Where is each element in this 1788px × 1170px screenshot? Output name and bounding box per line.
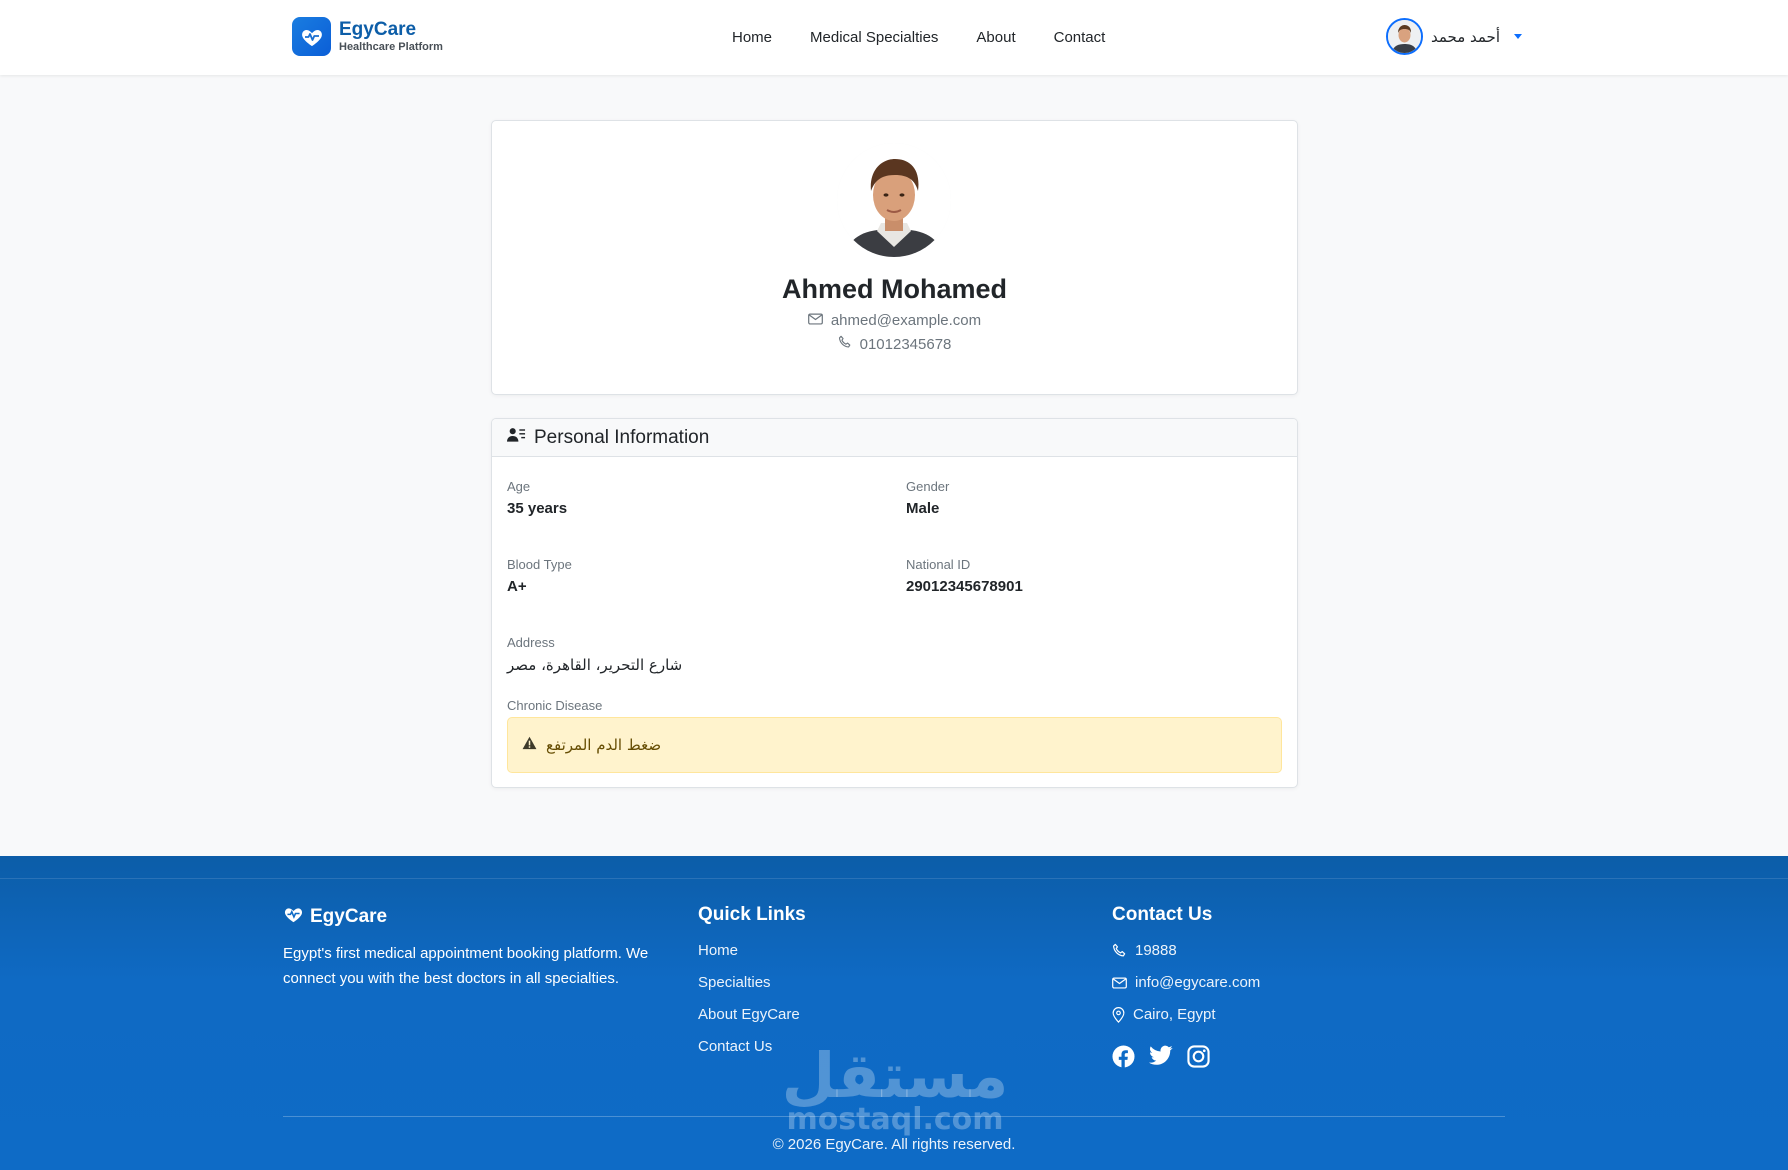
- blood-type-label: Blood Type: [507, 557, 572, 572]
- site-footer: EgyCare Egypt's first medical appointmen…: [0, 856, 1788, 1170]
- envelope-icon: [807, 312, 823, 329]
- profile-email-row: ahmed@example.com: [492, 312, 1297, 329]
- profile-card: Ahmed Mohamed ahmed@example.com 01012345…: [491, 120, 1298, 395]
- national-id-label: National ID: [906, 557, 971, 572]
- footer-brand-name: EgyCare: [310, 905, 388, 927]
- personal-info-card: Personal Information Age 35 years Gender…: [491, 418, 1298, 788]
- contact-heading: Contact Us: [1112, 904, 1213, 925]
- national-id-field: National ID 29012345678901: [906, 557, 1023, 595]
- top-navbar: EgyCare Healthcare Platform Home Medical…: [0, 0, 1788, 75]
- brand-subtitle: Healthcare Platform: [339, 41, 443, 53]
- heart-pulse-icon: [283, 904, 304, 929]
- footer-brand: EgyCare: [283, 904, 673, 929]
- contact-email-row: info@egycare.com: [1112, 971, 1260, 1003]
- footer-link-home[interactable]: Home: [698, 939, 738, 963]
- nav-link-contact[interactable]: Contact: [1035, 29, 1125, 46]
- contact-phone: 19888: [1135, 942, 1177, 959]
- age-label: Age: [507, 479, 531, 494]
- footer-divider: [283, 1116, 1505, 1117]
- facebook-icon[interactable]: [1112, 1045, 1135, 1073]
- address-label: Address: [507, 635, 555, 650]
- copyright-text: © 2026 EgyCare. All rights reserved.: [772, 1136, 1016, 1153]
- blood-type-value: A+: [507, 578, 527, 595]
- contact-list: 19888 info@egycare.com Cairo, Egypt: [1112, 939, 1260, 1035]
- national-id-value: 29012345678901: [906, 578, 1023, 595]
- blood-type-field: Blood Type A+: [507, 557, 572, 595]
- footer-top-divider: [0, 878, 1788, 879]
- gender-field: Gender Male: [906, 479, 949, 517]
- footer-contact-column: Contact Us 19888 info@egycare.com Cairo,…: [1112, 904, 1260, 1073]
- telephone-icon: [838, 335, 852, 353]
- contact-email: info@egycare.com: [1135, 974, 1261, 991]
- personal-info-header: Personal Information: [492, 419, 1297, 457]
- nav-link-specialties[interactable]: Medical Specialties: [791, 29, 957, 46]
- nav-link-home[interactable]: Home: [713, 29, 791, 46]
- contact-location-row: Cairo, Egypt: [1112, 1003, 1260, 1035]
- chronic-disease-field: Chronic Disease: [507, 698, 602, 713]
- brand-link[interactable]: EgyCare Healthcare Platform: [292, 17, 443, 56]
- address-field: Address شارع التحرير، القاهرة، مصر: [507, 635, 682, 674]
- address-value: شارع التحرير، القاهرة، مصر: [507, 656, 683, 674]
- envelope-icon: [1112, 971, 1127, 997]
- nav-links: Home Medical Specialties About Contact: [713, 0, 1124, 75]
- profile-phone: 01012345678: [859, 335, 952, 353]
- gender-label: Gender: [906, 479, 950, 494]
- nav-link-about[interactable]: About: [957, 29, 1034, 46]
- quick-links-heading: Quick Links: [698, 904, 806, 925]
- footer-link-specialties[interactable]: Specialties: [698, 971, 771, 995]
- twitter-icon[interactable]: [1149, 1045, 1173, 1073]
- instagram-icon[interactable]: [1187, 1045, 1210, 1073]
- warning-triangle-icon: [522, 736, 537, 755]
- watermark-arabic: مستقل: [781, 1039, 1009, 1112]
- age-field: Age 35 years: [507, 479, 567, 517]
- chronic-disease-alert: ضغط الدم المرتفع: [507, 717, 1282, 773]
- personal-info-title: Personal Information: [534, 426, 710, 448]
- gender-value: Male: [906, 500, 940, 517]
- user-avatar: [1385, 18, 1423, 55]
- profile-photo: [837, 143, 951, 257]
- chevron-down-icon: [1514, 34, 1522, 39]
- telephone-icon: [1112, 939, 1127, 966]
- profile-email: ahmed@example.com: [830, 312, 982, 329]
- heart-pulse-icon: [292, 17, 331, 56]
- footer-description: Egypt's first medical appointment bookin…: [283, 945, 649, 987]
- user-name: أحمد محمد: [1430, 27, 1500, 46]
- person-lines-icon: [507, 427, 526, 448]
- social-links: [1112, 1045, 1260, 1073]
- chronic-disease-label: Chronic Disease: [507, 698, 603, 713]
- footer-link-contact[interactable]: Contact Us: [698, 1035, 772, 1059]
- geo-pin-icon: [1112, 1003, 1125, 1031]
- age-value: 35 years: [507, 500, 568, 517]
- brand-name: EgyCare: [339, 19, 417, 40]
- user-menu-toggle[interactable]: أحمد محمد: [1385, 18, 1522, 55]
- profile-phone-row: 01012345678: [492, 335, 1297, 353]
- chronic-disease-value: ضغط الدم المرتفع: [546, 736, 662, 754]
- contact-location: Cairo, Egypt: [1133, 1006, 1216, 1023]
- footer-link-about[interactable]: About EgyCare: [698, 1003, 800, 1027]
- contact-phone-row: 19888: [1112, 939, 1260, 971]
- mostaql-watermark: مستقل mostaql.com: [770, 1039, 1020, 1137]
- watermark-latin: mostaql.com: [786, 1102, 1004, 1137]
- footer-about-column: EgyCare Egypt's first medical appointmen…: [283, 904, 673, 991]
- profile-name: Ahmed Mohamed: [781, 274, 1008, 304]
